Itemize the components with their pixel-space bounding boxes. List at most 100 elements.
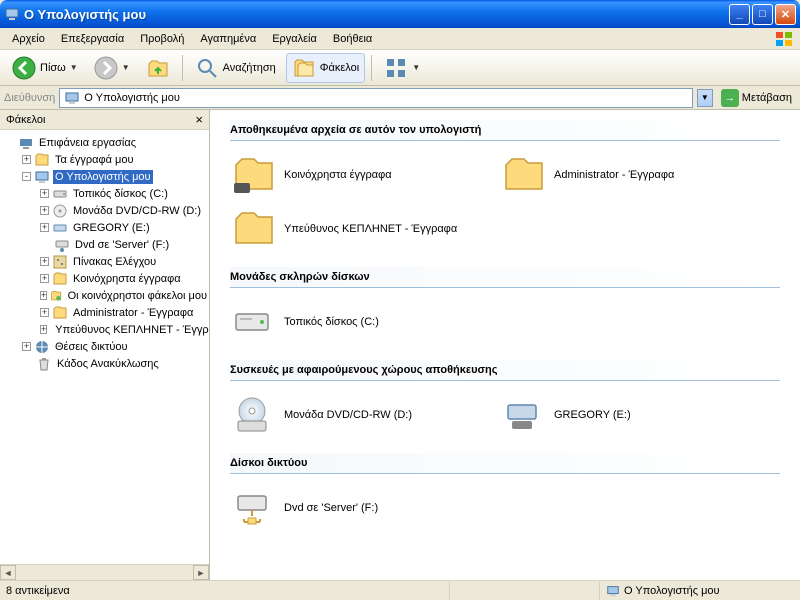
netdrive-icon bbox=[54, 237, 70, 253]
item-grid: Κοινόχρηστα έγγραφα Administrator - Έγγρα… bbox=[230, 153, 780, 251]
maximize-button[interactable]: □ bbox=[752, 4, 773, 25]
expand-toggle[interactable]: + bbox=[40, 308, 49, 317]
go-button[interactable]: → Μετάβαση bbox=[717, 88, 796, 108]
item-label: Υπεύθυνος ΚΕΠΛΗΝΕΤ - Έγγραφα bbox=[284, 223, 457, 235]
search-label: Αναζήτηση bbox=[223, 62, 276, 74]
menu-file[interactable]: Αρχείο bbox=[4, 30, 53, 48]
folders-icon bbox=[292, 56, 316, 80]
item-grid: Τοπικός δίσκος (C:) bbox=[230, 300, 780, 344]
section-header: Δίσκοι δικτύου bbox=[230, 453, 780, 474]
back-button[interactable]: Πίσω ▼ bbox=[6, 53, 84, 83]
expand-toggle[interactable]: - bbox=[22, 172, 31, 181]
tree-item[interactable]: + Administrator - Έγγραφα bbox=[0, 304, 209, 321]
menu-view[interactable]: Προβολή bbox=[132, 30, 192, 48]
tree-item[interactable]: +Θέσεις δικτύου bbox=[0, 338, 209, 355]
folder-up-icon bbox=[146, 56, 170, 80]
sidebar-close-button[interactable]: × bbox=[195, 112, 203, 127]
folders-label: Φάκελοι bbox=[320, 62, 359, 74]
tree-item[interactable]: +GREGORY (E:) bbox=[0, 219, 209, 236]
folder-icon bbox=[34, 152, 50, 168]
search-button[interactable]: Αναζήτηση bbox=[189, 53, 282, 83]
address-field[interactable]: Ο Υπολογιστής μου bbox=[59, 88, 693, 108]
item-label: Τοπικός δίσκος (C:) bbox=[284, 316, 379, 328]
sharedfolder-icon bbox=[230, 153, 274, 197]
search-icon bbox=[195, 56, 219, 80]
minimize-button[interactable]: _ bbox=[729, 4, 750, 25]
forward-icon bbox=[94, 56, 118, 80]
expand-toggle[interactable]: + bbox=[22, 342, 31, 351]
computer-icon bbox=[34, 169, 50, 185]
cpanel-icon bbox=[52, 254, 68, 270]
tree-item-label: Administrator - Έγγραφα bbox=[71, 306, 195, 320]
tree-item[interactable]: - Ο Υπολογιστής μου bbox=[0, 168, 209, 185]
item-label: Administrator - Έγγραφα bbox=[554, 169, 674, 181]
tree-item[interactable]: +Οι κοινόχρηστοι φάκελοι μου bbox=[0, 287, 209, 304]
expand-toggle[interactable]: + bbox=[22, 155, 31, 164]
filesystem-item[interactable]: Dvd σε 'Server' (F:) bbox=[230, 486, 480, 530]
status-middle bbox=[450, 581, 600, 600]
expand-toggle[interactable]: + bbox=[40, 223, 49, 232]
tree-item[interactable]: Dvd σε 'Server' (F:) bbox=[0, 236, 209, 253]
tree-item[interactable]: +Πίνακας Ελέγχου bbox=[0, 253, 209, 270]
network-icon bbox=[34, 339, 50, 355]
tree-item-label: Dvd σε 'Server' (F:) bbox=[73, 238, 171, 252]
computer-icon bbox=[64, 90, 80, 106]
scroll-right-icon[interactable]: ► bbox=[193, 565, 209, 580]
desktop-icon bbox=[18, 135, 34, 151]
views-button[interactable]: ▼ bbox=[378, 53, 426, 83]
item-label: Κοινόχρηστα έγγραφα bbox=[284, 169, 392, 181]
expand-toggle[interactable]: + bbox=[40, 274, 49, 283]
address-dropdown[interactable]: ▼ bbox=[697, 89, 713, 107]
tree-item[interactable]: +Τοπικός δίσκος (C:) bbox=[0, 185, 209, 202]
tree-item[interactable]: Επιφάνεια εργασίας bbox=[0, 134, 209, 151]
expand-toggle[interactable]: + bbox=[40, 325, 47, 334]
tree-item-label: Ο Υπολογιστής μου bbox=[53, 170, 153, 184]
menu-help[interactable]: Βοήθεια bbox=[325, 30, 380, 48]
filesystem-item[interactable]: Μονάδα DVD/CD-RW (D:) bbox=[230, 393, 480, 437]
sidebar-hscroll[interactable]: ◄ ► bbox=[0, 564, 209, 580]
expand-toggle[interactable]: + bbox=[40, 189, 49, 198]
tree-item[interactable]: +Κοινόχρηστα έγγραφα bbox=[0, 270, 209, 287]
up-button[interactable] bbox=[140, 53, 176, 83]
folders-button[interactable]: Φάκελοι bbox=[286, 53, 365, 83]
section-header: Αποθηκευμένα αρχεία σε αυτόν τον υπολογι… bbox=[230, 120, 780, 141]
menu-favorites[interactable]: Αγαπημένα bbox=[192, 30, 264, 48]
tree-item[interactable]: + Υπεύθυνος ΚΕΠΛΗΝΕΤ - Έγγρ bbox=[0, 321, 209, 338]
close-button[interactable]: ✕ bbox=[775, 4, 796, 25]
section-header: Μονάδες σκληρών δίσκων bbox=[230, 267, 780, 288]
drive-icon bbox=[52, 220, 68, 236]
item-grid: Μονάδα DVD/CD-RW (D:) GREGORY (E:) bbox=[230, 393, 780, 437]
cd-icon bbox=[52, 203, 68, 219]
folder-icon bbox=[500, 153, 544, 197]
sidebar-header: Φάκελοι × bbox=[0, 110, 209, 130]
filesystem-item[interactable]: Administrator - Έγγραφα bbox=[500, 153, 750, 197]
menu-tools[interactable]: Εργαλεία bbox=[264, 30, 325, 48]
scroll-left-icon[interactable]: ◄ bbox=[0, 565, 16, 580]
tree-item[interactable]: +Μονάδα DVD/CD-RW (D:) bbox=[0, 202, 209, 219]
content-pane[interactable]: Αποθηκευμένα αρχεία σε αυτόν τον υπολογι… bbox=[210, 110, 800, 580]
filesystem-item[interactable]: Τοπικός δίσκος (C:) bbox=[230, 300, 480, 344]
folder-tree[interactable]: Επιφάνεια εργασίας+Τα έγγραφά μου - Ο Υπολ… bbox=[0, 130, 209, 564]
menu-edit[interactable]: Επεξεργασία bbox=[53, 30, 132, 48]
status-location: Ο Υπολογιστής μου bbox=[600, 581, 800, 600]
status-bar: 8 αντικείμενα Ο Υπολογιστής μου bbox=[0, 580, 800, 600]
expand-toggle[interactable]: + bbox=[40, 291, 47, 300]
chevron-down-icon: ▼ bbox=[122, 63, 130, 72]
item-label: Μονάδα DVD/CD-RW (D:) bbox=[284, 409, 412, 421]
filesystem-item[interactable]: Υπεύθυνος ΚΕΠΛΗΝΕΤ - Έγγραφα bbox=[230, 207, 480, 251]
filesystem-item[interactable]: Κοινόχρηστα έγγραφα bbox=[230, 153, 480, 197]
scroll-track[interactable] bbox=[16, 565, 193, 580]
status-count: 8 αντικείμενα bbox=[0, 581, 450, 600]
expand-toggle[interactable]: + bbox=[40, 257, 49, 266]
back-icon bbox=[12, 56, 36, 80]
go-label: Μετάβαση bbox=[742, 92, 792, 104]
filesystem-item[interactable]: GREGORY (E:) bbox=[500, 393, 750, 437]
tree-item-label: Υπεύθυνος ΚΕΠΛΗΝΕΤ - Έγγρ bbox=[53, 323, 209, 337]
tree-item[interactable]: +Τα έγγραφά μου bbox=[0, 151, 209, 168]
netdrive-icon bbox=[230, 486, 274, 530]
toolbar-separator bbox=[371, 55, 372, 81]
expand-toggle[interactable]: + bbox=[40, 206, 49, 215]
go-icon: → bbox=[721, 89, 739, 107]
forward-button[interactable]: ▼ bbox=[88, 53, 136, 83]
tree-item[interactable]: Κάδος Ανακύκλωσης bbox=[0, 355, 209, 372]
